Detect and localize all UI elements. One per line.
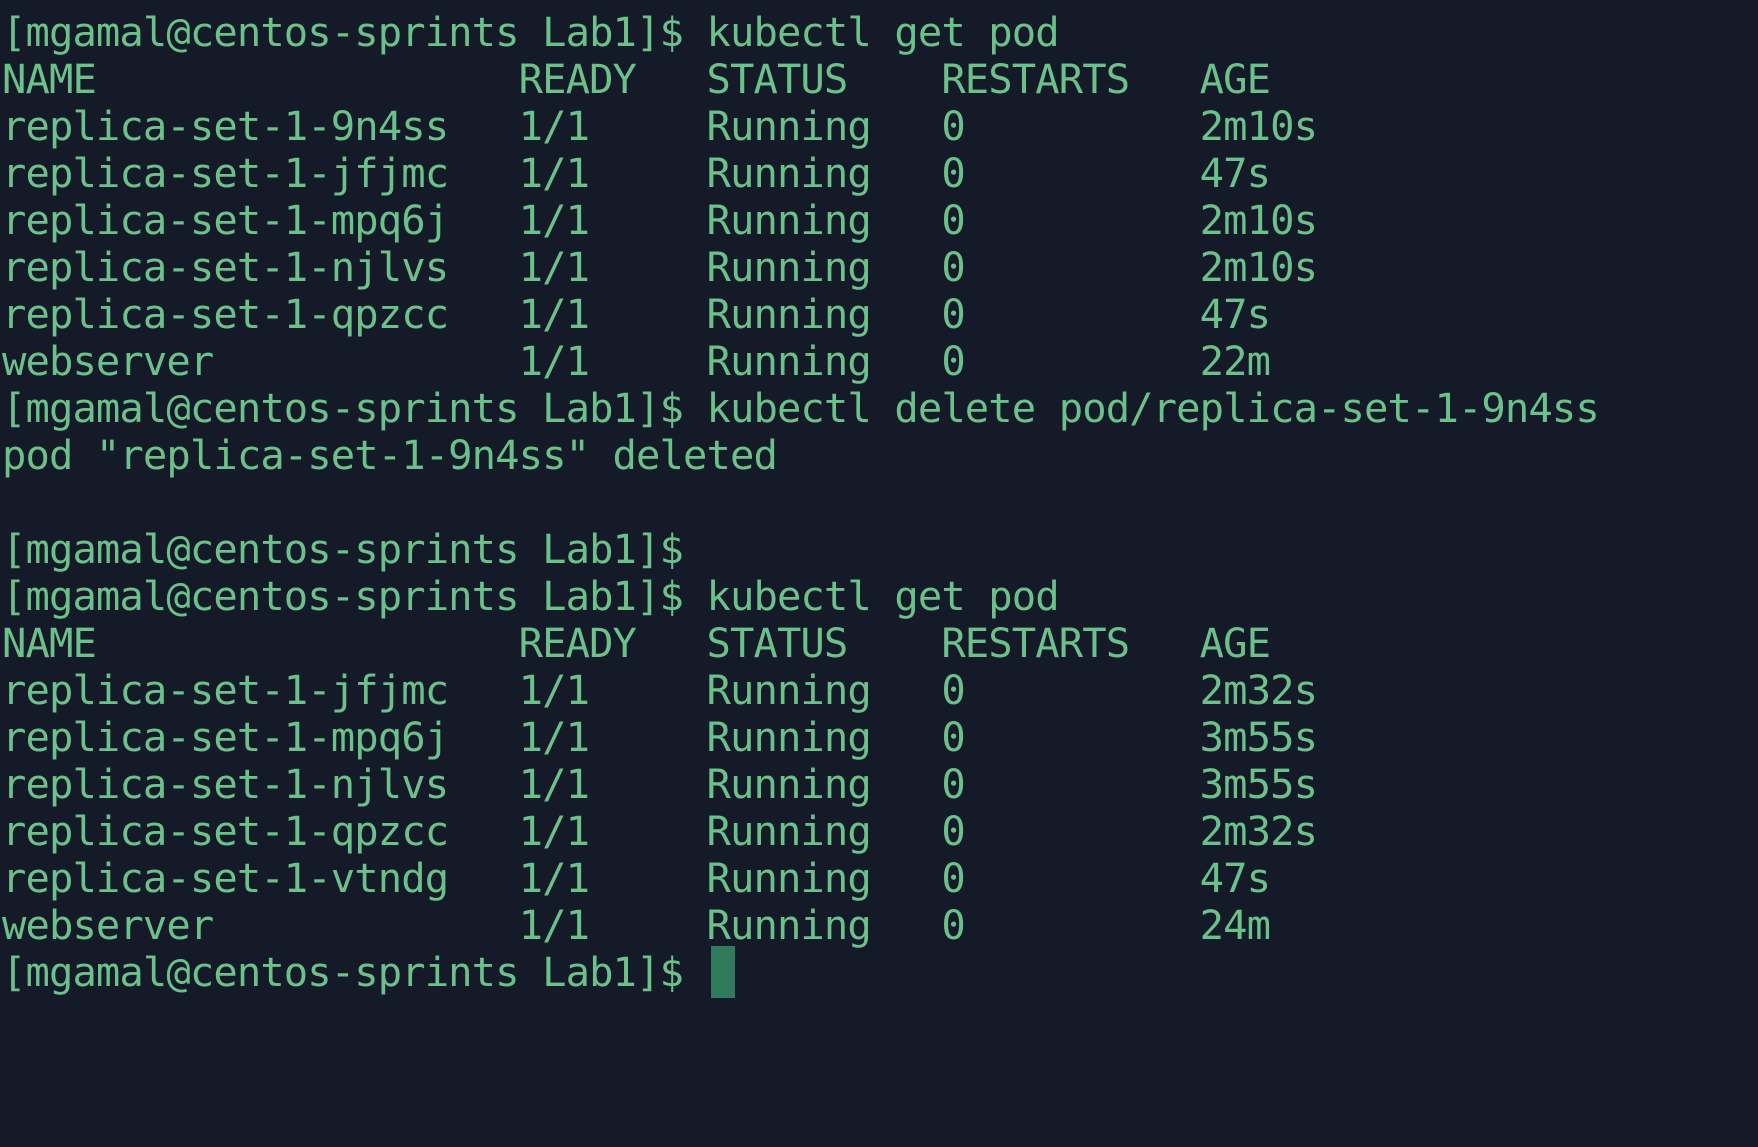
table-row: replica-set-1-mpq6j 1/1 Running 0 3m55s — [2, 713, 1318, 761]
text-cursor — [710, 946, 735, 998]
table-header: NAME READY STATUS RESTARTS AGE — [2, 619, 1271, 667]
table-row: replica-set-1-jfjmc 1/1 Running 0 47s — [2, 149, 1271, 197]
table-row: webserver 1/1 Running 0 24m — [2, 901, 1271, 949]
table-row: replica-set-1-qpzcc 1/1 Running 0 47s — [2, 290, 1271, 338]
command-input-line[interactable]: [mgamal@centos-sprints Lab1]$ — [2, 946, 735, 998]
terminal-window[interactable]: [mgamal@centos-sprints Lab1]$ kubectl ge… — [0, 0, 1758, 1147]
table-row: replica-set-1-9n4ss 1/1 Running 0 2m10s — [2, 102, 1318, 150]
terminal-line: pod "replica-set-1-9n4ss" deleted — [2, 431, 778, 479]
table-row: replica-set-1-njlvs 1/1 Running 0 2m10s — [2, 243, 1318, 291]
terminal-line: [mgamal@centos-sprints Lab1]$ — [2, 525, 684, 573]
table-row: webserver 1/1 Running 0 22m — [2, 337, 1271, 385]
table-row: replica-set-1-qpzcc 1/1 Running 0 2m32s — [2, 807, 1318, 855]
table-row: replica-set-1-mpq6j 1/1 Running 0 2m10s — [2, 196, 1318, 244]
table-row: replica-set-1-jfjmc 1/1 Running 0 2m32s — [2, 666, 1318, 714]
terminal-line: [mgamal@centos-sprints Lab1]$ kubectl de… — [2, 384, 1600, 432]
table-row: replica-set-1-njlvs 1/1 Running 0 3m55s — [2, 760, 1318, 808]
terminal-line: [mgamal@centos-sprints Lab1]$ kubectl ge… — [2, 8, 1060, 56]
shell-prompt: [mgamal@centos-sprints Lab1]$ — [2, 948, 707, 996]
table-row: replica-set-1-vtndg 1/1 Running 0 47s — [2, 854, 1271, 902]
table-header: NAME READY STATUS RESTARTS AGE — [2, 55, 1271, 103]
terminal-line: [mgamal@centos-sprints Lab1]$ kubectl ge… — [2, 572, 1060, 620]
